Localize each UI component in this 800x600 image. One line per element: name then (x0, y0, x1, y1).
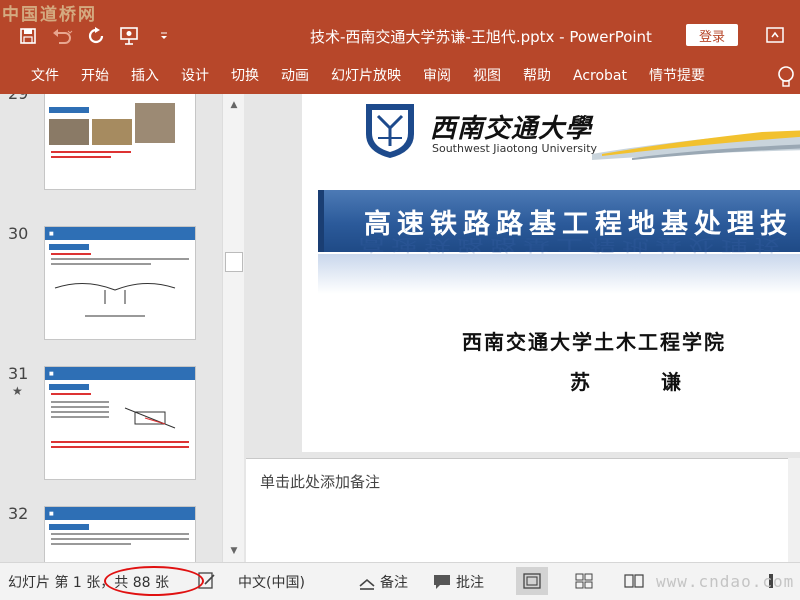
tab-storyboarding[interactable]: 情节提要 (638, 58, 716, 94)
redo-icon[interactable] (82, 22, 110, 50)
university-emblem-icon (360, 100, 420, 160)
slide-thumbnail[interactable]: ■ (44, 226, 196, 340)
scroll-up-icon[interactable]: ▲ (228, 100, 240, 110)
customize-toolbar-icon[interactable] (150, 22, 178, 50)
ribbon-tabs: 文件 开始 插入 设计 切换 动画 幻灯片放映 审阅 视图 帮助 Acrobat… (0, 58, 800, 94)
slide-title-reflection: 高速铁路路基工程地基处理技 (358, 235, 787, 254)
notes-button[interactable]: 备注 (380, 572, 408, 592)
reading-view-button[interactable] (618, 567, 650, 595)
slide-thumbnails-pane[interactable]: 29 30 ■ 31 ★ ■ 32 (0, 94, 246, 562)
tab-file[interactable]: 文件 (20, 58, 70, 94)
slide-thumbnail[interactable] (44, 94, 196, 190)
tab-transitions[interactable]: 切换 (220, 58, 270, 94)
thumbnails-scrollbar[interactable]: ▲ ▼ (222, 94, 244, 562)
notes-placeholder: 单击此处添加备注 (260, 473, 381, 491)
tab-home[interactable]: 开始 (70, 58, 120, 94)
animation-star-icon: ★ (12, 384, 23, 398)
tab-review[interactable]: 审阅 (412, 58, 462, 94)
title-bar: 技术-西南交通大学苏谦-王旭代.pptx - PowerPoint 登录 (0, 0, 800, 58)
normal-view-button[interactable] (516, 567, 548, 595)
school-name: 西南交通大学土木工程学院 (462, 330, 726, 354)
tab-help[interactable]: 帮助 (512, 58, 562, 94)
watermark-url: www.cndao.com (656, 572, 795, 591)
language-indicator[interactable]: 中文(中国) (238, 572, 305, 592)
login-button[interactable]: 登录 (686, 24, 738, 46)
tell-me-lightbulb-icon[interactable] (776, 64, 800, 90)
slide-counter-highlight-circle (104, 566, 204, 596)
university-name-cn: 西南交通大學 (430, 114, 593, 144)
undo-icon[interactable] (48, 22, 76, 50)
slide-thumbnail[interactable]: ■ (44, 366, 196, 480)
ribbon-display-options-icon[interactable] (764, 24, 786, 46)
notes-scrollbar[interactable] (788, 458, 800, 562)
tab-design[interactable]: 设计 (170, 58, 220, 94)
scroll-down-icon[interactable]: ▼ (228, 546, 240, 556)
thumbnail-number: 30 (8, 224, 29, 243)
tab-slideshow[interactable]: 幻灯片放映 (320, 58, 412, 94)
tab-view[interactable]: 视图 (462, 58, 512, 94)
thumbnail-number: 31 (8, 364, 29, 383)
tab-acrobat[interactable]: Acrobat (562, 58, 638, 94)
author-name: 苏 谦 (570, 370, 713, 394)
quick-access-toolbar (14, 22, 178, 50)
save-icon[interactable] (14, 22, 42, 50)
comments-icon[interactable] (432, 570, 454, 592)
train-graphic (592, 114, 800, 164)
present-from-start-icon[interactable] (116, 22, 144, 50)
tab-animations[interactable]: 动画 (270, 58, 320, 94)
thumbnail-number: 32 (8, 504, 29, 523)
comments-button[interactable]: 批注 (456, 572, 484, 592)
watermark-logo: 中国道桥网 (2, 5, 97, 25)
notes-pane[interactable]: 单击此处添加备注 (246, 458, 800, 562)
document-title: 技术-西南交通大学苏谦-王旭代.pptx - PowerPoint (310, 28, 652, 46)
slide-thumbnail[interactable]: ■ (44, 506, 196, 562)
title-reflection: 高速铁路路基工程地基处理技 (318, 235, 800, 294)
thumbnail-number: 29 (8, 94, 28, 103)
current-slide[interactable]: 西南交通大學 Southwest Jiaotong University 高速铁… (302, 94, 800, 452)
tab-insert[interactable]: 插入 (120, 58, 170, 94)
university-name-en: Southwest Jiaotong University (432, 142, 598, 155)
notes-icon[interactable] (358, 570, 380, 592)
slide-sorter-view-button[interactable] (568, 567, 600, 595)
scroll-thumb[interactable] (225, 252, 243, 272)
